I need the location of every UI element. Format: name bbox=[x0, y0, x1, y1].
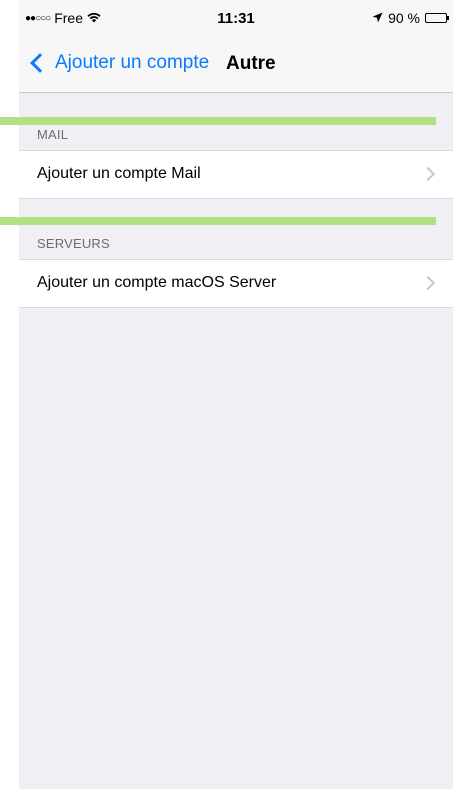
section-header-servers: SERVEURS bbox=[37, 236, 110, 251]
chevron-right-icon bbox=[420, 166, 436, 182]
navigation-bar: Ajouter un compte Autre bbox=[19, 38, 453, 92]
back-button-label: Ajouter un compte bbox=[55, 52, 210, 73]
chevron-left-icon bbox=[30, 53, 50, 73]
list-item-add-macos-server-account[interactable]: Ajouter un compte macOS Server bbox=[19, 259, 453, 308]
page-title: Autre bbox=[226, 53, 276, 74]
back-button[interactable]: Ajouter un compte bbox=[29, 52, 209, 74]
status-right: 90 % bbox=[372, 10, 449, 26]
section-header-mail: MAIL bbox=[37, 127, 69, 142]
phone-screen: ●●○○○ Free 11:31 90 % Ajouter un compte … bbox=[19, 0, 453, 789]
chevron-right-icon bbox=[420, 275, 436, 291]
battery-icon bbox=[425, 13, 449, 23]
status-bar: ●●○○○ Free 11:31 90 % bbox=[19, 0, 453, 38]
battery-percent: 90 % bbox=[388, 10, 420, 26]
list-item-label: Ajouter un compte macOS Server bbox=[37, 274, 277, 291]
list-item-add-mail-account[interactable]: Ajouter un compte Mail bbox=[19, 150, 453, 199]
location-arrow-icon bbox=[372, 10, 383, 26]
list-item-label: Ajouter un compte Mail bbox=[37, 165, 201, 182]
top-bar: ●●○○○ Free 11:31 90 % Ajouter un compte … bbox=[19, 0, 453, 93]
